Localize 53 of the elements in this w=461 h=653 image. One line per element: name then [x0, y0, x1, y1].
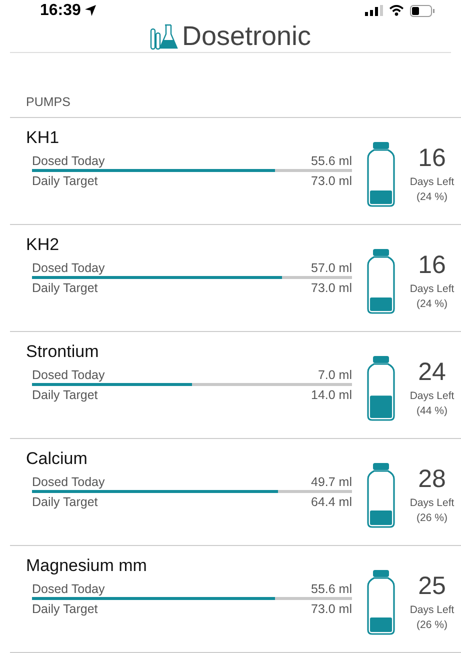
- tank-percent: (26 %): [416, 512, 448, 524]
- signal-icon: [365, 5, 383, 16]
- target-value: 73.0 ml: [311, 602, 352, 616]
- tank-percent: (26 %): [416, 619, 448, 632]
- pump-name: KH1: [26, 128, 60, 148]
- target-value: 14.0 ml: [311, 388, 352, 402]
- pump-name: Magnesium mm: [26, 556, 148, 576]
- target-label: Daily Target: [32, 174, 98, 188]
- bottle-icon: [366, 354, 396, 421]
- dosed-label: Dosed Today: [32, 260, 105, 275]
- pump-name: KH2: [26, 234, 60, 255]
- target-value: 73.0 ml: [311, 174, 352, 188]
- pump-name: Strontium: [26, 342, 100, 362]
- bottle-icon: [366, 462, 396, 528]
- status-time: 16:39: [40, 2, 81, 20]
- pump-name: Calcium: [26, 448, 88, 469]
- dosed-value: 7.0 ml: [318, 368, 352, 382]
- target-label: Daily Target: [32, 388, 98, 402]
- tank-percent: (24 %): [416, 298, 448, 310]
- section-title: PUMPS: [26, 94, 70, 109]
- days-left-label: Days Left: [410, 176, 454, 188]
- bottle-icon: [366, 140, 396, 207]
- days-left-value: 28: [418, 465, 446, 494]
- wifi-icon: [389, 5, 404, 16]
- days-left-value: 16: [418, 144, 446, 174]
- target-value: 64.4 ml: [311, 494, 352, 509]
- dosed-label: Dosed Today: [32, 582, 105, 596]
- battery-icon: [410, 4, 435, 17]
- bottle-icon: [366, 568, 396, 635]
- days-left-value: 25: [418, 572, 446, 602]
- bottle-icon: [366, 248, 396, 314]
- location-arrow-icon: [84, 5, 96, 16]
- target-label: Daily Target: [32, 602, 98, 616]
- dosed-label: Dosed Today: [32, 154, 105, 168]
- dosed-value: 55.6 ml: [311, 582, 352, 596]
- target-label: Daily Target: [32, 280, 98, 295]
- tank-percent: (24 %): [416, 191, 448, 204]
- flask-logo-icon: [150, 24, 178, 50]
- target-label: Daily Target: [32, 494, 98, 509]
- dosed-label: Dosed Today: [32, 368, 105, 382]
- dosed-label: Dosed Today: [32, 474, 105, 489]
- days-left-label: Days Left: [410, 283, 454, 296]
- target-value: 73.0 ml: [311, 280, 352, 295]
- tank-percent: (44 %): [416, 405, 448, 418]
- dosed-value: 55.6 ml: [311, 154, 352, 168]
- app-logo-text: Dosetronic: [182, 21, 312, 52]
- dosed-value: 49.7 ml: [311, 474, 352, 489]
- days-left-label: Days Left: [410, 497, 454, 510]
- days-left-value: 16: [418, 251, 446, 280]
- days-left-label: Days Left: [410, 390, 454, 402]
- dosed-value: 57.0 ml: [311, 260, 352, 275]
- days-left-value: 24: [418, 358, 446, 388]
- days-left-label: Days Left: [410, 604, 454, 616]
